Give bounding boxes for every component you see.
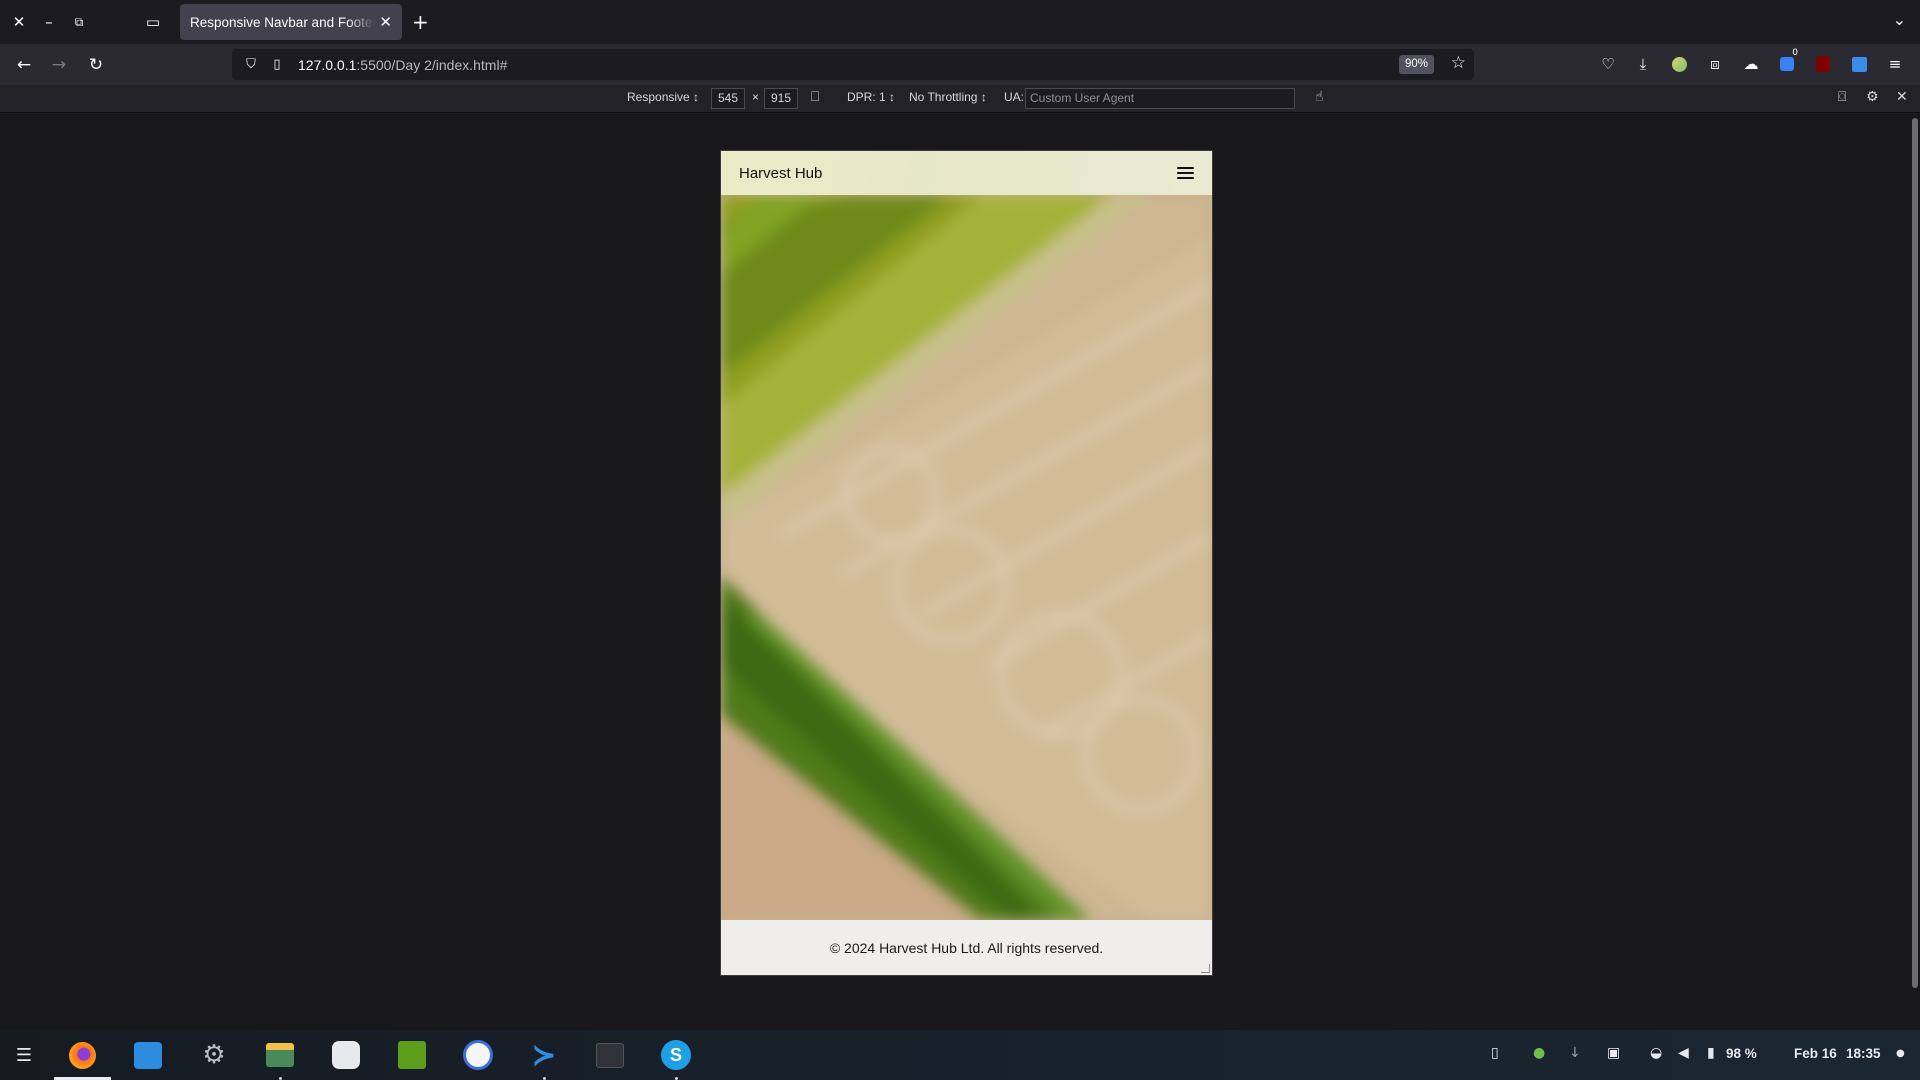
profile-icon[interactable] bbox=[1668, 53, 1690, 75]
viewport-width-input[interactable]: 545 bbox=[711, 88, 746, 109]
new-tab-plus-icon[interactable]: + bbox=[412, 10, 429, 34]
device-select[interactable]: Responsive ↕ bbox=[627, 90, 699, 104]
close-window-icon[interactable]: ✕ bbox=[7, 10, 31, 34]
page-icon[interactable]: ▯ bbox=[266, 57, 288, 72]
extension-badge-count: 0 bbox=[1792, 48, 1798, 58]
skype-app-icon[interactable]: S bbox=[659, 1038, 693, 1072]
dimension-separator: × bbox=[752, 90, 760, 104]
extension-badge-icon[interactable]: 0 bbox=[1776, 48, 1798, 75]
url-host: 127.0.0.1 bbox=[298, 56, 357, 73]
back-arrow-icon[interactable]: ← bbox=[12, 53, 36, 77]
restore-icon[interactable]: ⧉ bbox=[67, 10, 91, 34]
settings-app-icon[interactable]: ⚙ bbox=[197, 1038, 231, 1072]
forward-arrow-icon[interactable]: → bbox=[47, 53, 71, 77]
resize-handle[interactable] bbox=[1201, 964, 1210, 973]
cloud-extension-icon[interactable]: ☁ bbox=[1740, 53, 1762, 75]
download-manager-icon[interactable] bbox=[1848, 53, 1870, 75]
clipboard-icon[interactable]: ▣ bbox=[1607, 1045, 1620, 1061]
zorin-menu-icon[interactable]: ☰ bbox=[7, 1038, 41, 1072]
terminal-app-icon[interactable] bbox=[593, 1038, 627, 1072]
download-arrow-icon[interactable]: ↓ bbox=[1569, 1045, 1581, 1061]
tab-title: Responsive Navbar and Footer bbox=[190, 14, 375, 30]
software-app-icon[interactable] bbox=[329, 1038, 363, 1072]
update-shield-icon[interactable]: ● bbox=[1533, 1045, 1545, 1061]
tab-close-icon[interactable]: ✕ bbox=[379, 13, 392, 31]
firefox-view-icon[interactable]: ▭ bbox=[141, 10, 165, 34]
nvidia-app-icon[interactable] bbox=[395, 1038, 429, 1072]
pocket-icon[interactable]: ♡ bbox=[1597, 53, 1619, 75]
site-navbar: Harvest Hub bbox=[721, 151, 1212, 195]
footer-copyright: © 2024 Harvest Hub Ltd. All rights reser… bbox=[829, 939, 1104, 956]
system-taskbar: ☰ ⚙ ≻ S ▯ ● ↓ ▣ ◒ ◀ ▮ 98 % Feb 16 18:35 … bbox=[0, 1030, 1920, 1080]
site-brand[interactable]: Harvest Hub bbox=[739, 165, 822, 182]
rotate-device-icon[interactable]: ⎕ bbox=[811, 89, 819, 105]
site-footer: © 2024 Harvest Hub Ltd. All rights reser… bbox=[721, 920, 1212, 975]
settings-gear-icon[interactable]: ⚙ bbox=[1866, 89, 1879, 105]
notification-dot-icon[interactable]: ● bbox=[1896, 1048, 1905, 1059]
tab-strip: ✕ – ⧉ ▭ Responsive Navbar and Footer ✕ +… bbox=[0, 0, 1920, 44]
touch-simulation-icon[interactable]: ☝ bbox=[1315, 89, 1324, 105]
vscode-app-icon[interactable]: ≻ bbox=[527, 1038, 561, 1073]
hero-background-image bbox=[721, 195, 1212, 920]
device-viewport: Harvest Hub © 2024 Harvest Hub Ltd. All … bbox=[721, 151, 1212, 975]
tab-active[interactable]: Responsive Navbar and Footer ✕ bbox=[180, 4, 402, 40]
url-bar[interactable]: ⛉ ▯ 127.0.0.1:5500/Day 2/index.html# 90%… bbox=[232, 49, 1474, 80]
throttling-select[interactable]: No Throttling ↕ bbox=[909, 90, 987, 104]
files-app-icon[interactable] bbox=[263, 1038, 297, 1072]
downloads-icon[interactable]: ⤓ bbox=[1632, 53, 1654, 75]
url-path: :5500/Day 2/index.html# bbox=[356, 56, 508, 73]
time-label[interactable]: 18:35 bbox=[1846, 1046, 1881, 1061]
close-rdm-icon[interactable]: ✕ bbox=[1896, 89, 1908, 105]
date-label[interactable]: Feb 16 bbox=[1794, 1046, 1837, 1061]
url-text[interactable]: 127.0.0.1:5500/Day 2/index.html# bbox=[298, 57, 507, 73]
hamburger-menu-icon[interactable] bbox=[1177, 167, 1194, 179]
app-store-icon[interactable] bbox=[461, 1038, 495, 1072]
volume-icon[interactable]: ◀ bbox=[1678, 1045, 1689, 1061]
ublock-icon[interactable] bbox=[1812, 53, 1834, 75]
navigation-toolbar: ← → ↻ ⛉ ▯ 127.0.0.1:5500/Day 2/index.htm… bbox=[0, 44, 1920, 85]
shield-icon[interactable]: ⛉ bbox=[240, 57, 262, 72]
extensions-puzzle-icon[interactable]: ⧈ bbox=[1704, 53, 1726, 75]
responsive-design-toolbar: Responsive ↕ 545 × 915 ⎕ DPR: 1 ↕ No Thr… bbox=[0, 85, 1920, 113]
wifi-icon[interactable]: ◒ bbox=[1650, 1045, 1662, 1061]
page-scrollbar[interactable] bbox=[1912, 118, 1918, 988]
firefox-app-icon[interactable] bbox=[65, 1038, 99, 1072]
battery-percent: 98 % bbox=[1726, 1046, 1757, 1061]
tab-list-chevron-down-icon[interactable]: ⌄ bbox=[1893, 10, 1906, 29]
viewport-height-input[interactable]: 915 bbox=[764, 88, 799, 109]
phone-icon[interactable]: ▯ bbox=[1491, 1045, 1499, 1061]
bookmark-star-icon[interactable]: ☆ bbox=[1451, 53, 1466, 73]
ua-label: UA: bbox=[1004, 90, 1025, 104]
reload-icon[interactable]: ↻ bbox=[84, 53, 108, 77]
minimize-icon[interactable]: – bbox=[37, 10, 61, 34]
battery-icon[interactable]: ▮ bbox=[1707, 1045, 1715, 1061]
user-agent-input[interactable]: Custom User Agent bbox=[1025, 88, 1295, 109]
screenshot-camera-icon[interactable]: ⌼ bbox=[1838, 89, 1846, 105]
app-menu-hamburger-icon[interactable]: ≡ bbox=[1884, 53, 1906, 75]
zoom-level-badge[interactable]: 90% bbox=[1398, 55, 1434, 74]
calendar-app-icon[interactable] bbox=[131, 1038, 165, 1072]
dpr-select[interactable]: DPR: 1 ↕ bbox=[847, 90, 895, 104]
